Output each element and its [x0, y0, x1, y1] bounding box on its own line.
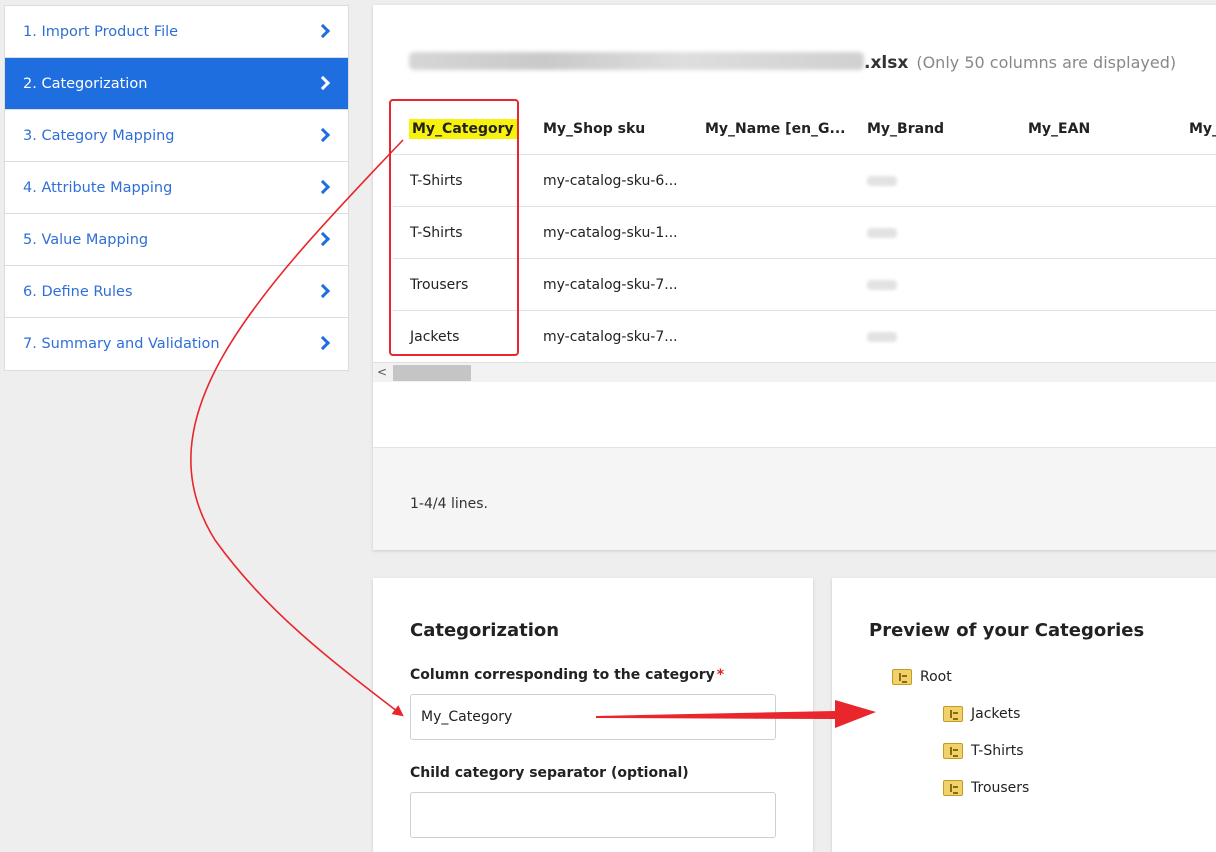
redacted-cell	[867, 207, 897, 259]
step-attribute-mapping[interactable]: 4. Attribute Mapping	[5, 162, 348, 214]
file-preview-title: .xlsx (Only 50 columns are displayed)	[409, 52, 1176, 73]
categories-preview-card: Preview of your Categories Root Jackets …	[832, 578, 1216, 852]
table-cell: Trousers	[410, 277, 469, 293]
column-header[interactable]: My_Shop sku	[543, 103, 645, 155]
chevron-right-icon	[315, 231, 331, 246]
wizard-steps-sidebar: 1. Import Product File 2. Categorization…	[4, 5, 349, 371]
table-cell: my-catalog-sku-7...	[543, 277, 678, 293]
preview-footer: 1-4/4 lines.	[373, 447, 1216, 550]
chevron-right-icon	[315, 283, 331, 298]
category-column-label: Column corresponding to the category *	[410, 667, 724, 683]
redacted-cell	[867, 311, 897, 363]
table-cell: Jackets	[410, 329, 460, 345]
column-header[interactable]: My_Brand	[867, 103, 944, 155]
chevron-right-icon	[315, 75, 331, 90]
redacted-cell	[867, 259, 897, 311]
folder-icon	[943, 706, 963, 722]
step-category-mapping[interactable]: 3. Category Mapping	[5, 110, 348, 162]
tree-node-label: Jackets	[971, 706, 1021, 722]
tree-node-label: T-Shirts	[971, 743, 1024, 759]
column-header[interactable]: My_	[1189, 103, 1216, 155]
tree-node-root[interactable]: Root	[892, 669, 952, 685]
tree-node-label: Root	[920, 669, 952, 685]
chevron-down-icon	[751, 713, 761, 719]
category-column-select[interactable]: My_Category	[410, 694, 776, 740]
horizontal-scrollbar[interactable]: <	[373, 362, 1216, 382]
table-cell: T-Shirts	[410, 173, 463, 189]
tree-node[interactable]: Trousers	[943, 780, 1029, 796]
step-label: 5. Value Mapping	[23, 231, 149, 248]
step-label: 6. Define Rules	[23, 283, 133, 300]
step-label: 3. Category Mapping	[23, 127, 175, 144]
step-value-mapping[interactable]: 5. Value Mapping	[5, 214, 348, 266]
table-row: T-Shirts my-catalog-sku-6...	[393, 155, 1216, 207]
tree-node[interactable]: Jackets	[943, 706, 1020, 722]
chevron-right-icon	[315, 179, 331, 194]
step-summary-and-validation[interactable]: 7. Summary and Validation	[5, 318, 348, 370]
table-cell: T-Shirts	[410, 225, 463, 241]
table-cell: my-catalog-sku-7...	[543, 329, 678, 345]
file-preview-card: .xlsx (Only 50 columns are displayed) My_…	[373, 5, 1216, 550]
categories-preview-title: Preview of your Categories	[869, 620, 1145, 641]
chevron-right-icon	[315, 127, 331, 142]
folder-icon	[943, 780, 963, 796]
tree-node-label: Trousers	[971, 780, 1030, 796]
selected-column-value: My_Category	[421, 709, 513, 725]
table-cell: my-catalog-sku-1...	[543, 225, 678, 241]
step-label: 2. Categorization	[23, 75, 148, 92]
column-header[interactable]: My_EAN	[1028, 103, 1090, 155]
step-import-product-file[interactable]: 1. Import Product File	[5, 6, 348, 58]
table-header-row: My_Category My_Shop sku My_Name [en_G...…	[393, 103, 1216, 155]
columns-note: (Only 50 columns are displayed)	[916, 53, 1177, 72]
file-extension: .xlsx	[864, 53, 909, 73]
scroll-left-arrow-icon[interactable]: <	[377, 365, 387, 379]
redacted-file-name	[409, 52, 864, 70]
required-mark: *	[716, 667, 725, 683]
chevron-right-icon	[315, 335, 331, 351]
step-categorization[interactable]: 2. Categorization	[5, 58, 348, 110]
tree-node[interactable]: T-Shirts	[943, 743, 1024, 759]
table-row: Jackets my-catalog-sku-7...	[393, 311, 1216, 363]
column-header[interactable]: My_Category	[409, 103, 517, 155]
table-row: Trousers my-catalog-sku-7...	[393, 259, 1216, 311]
highlighted-column-name: My_Category	[409, 119, 517, 139]
step-label: 4. Attribute Mapping	[23, 179, 173, 196]
preview-table: My_Category My_Shop sku My_Name [en_G...…	[393, 103, 1216, 363]
column-header[interactable]: My_Name [en_G...	[705, 103, 846, 155]
step-label: 1. Import Product File	[23, 23, 179, 40]
categorization-card: Categorization Column corresponding to t…	[373, 578, 813, 852]
folder-icon	[892, 669, 912, 685]
chevron-right-icon	[315, 23, 331, 38]
categorization-title: Categorization	[410, 620, 560, 641]
folder-icon	[943, 743, 963, 759]
table-cell: my-catalog-sku-6...	[543, 173, 678, 189]
step-define-rules[interactable]: 6. Define Rules	[5, 266, 348, 318]
table-row: T-Shirts my-catalog-sku-1...	[393, 207, 1216, 259]
line-count: 1-4/4 lines.	[410, 496, 488, 512]
separator-label: Child category separator (optional)	[410, 765, 689, 781]
category-column-label-text: Column corresponding to the category	[410, 667, 715, 683]
redacted-cell	[867, 155, 897, 207]
child-separator-input[interactable]	[410, 792, 776, 838]
step-label: 7. Summary and Validation	[23, 336, 220, 352]
scroll-thumb[interactable]	[393, 365, 471, 381]
